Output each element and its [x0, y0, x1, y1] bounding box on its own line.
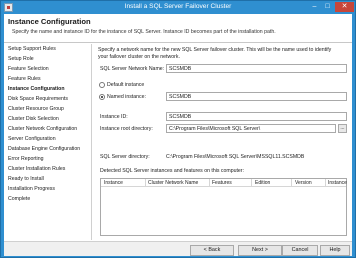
detected-instances-grid[interactable]: Instance Cluster Network Name Features E… [100, 178, 347, 236]
grid-column-cluster-network-name[interactable]: Cluster Network Name [148, 180, 198, 186]
instance-root-input[interactable] [166, 124, 336, 133]
sidebar-item-database-engine-configuration[interactable]: Database Engine Configuration [8, 146, 80, 152]
grid-header-row: Instance Cluster Network Name Features E… [101, 179, 347, 187]
sql-directory-label: SQL Server directory: [100, 154, 150, 160]
network-name-label: SQL Server Network Name: [100, 66, 165, 72]
browse-root-button[interactable]: ... [338, 124, 347, 133]
sidebar-item-installation-progress[interactable]: Installation Progress [8, 186, 55, 192]
main-content: Specify a network name for the new SQL S… [93, 44, 352, 240]
named-instance-radio[interactable] [99, 94, 105, 100]
network-name-input[interactable] [166, 64, 347, 73]
sidebar-item-ready-to-install[interactable]: Ready to Install [8, 176, 44, 182]
sidebar-item-complete[interactable]: Complete [8, 196, 30, 202]
grid-column-instance[interactable]: Instance [104, 180, 123, 186]
sidebar-item-feature-selection[interactable]: Feature Selection [8, 66, 49, 72]
sidebar-item-setup-support-rules[interactable]: Setup Support Rules [8, 46, 56, 52]
default-instance-label: Default instance [107, 82, 145, 88]
help-button[interactable]: Help [320, 245, 350, 256]
default-instance-radio[interactable] [99, 82, 105, 88]
sidebar-item-server-configuration[interactable]: Server Configuration [8, 136, 56, 142]
grid-column-divider [291, 179, 292, 187]
grid-column-edition[interactable]: Edition [255, 180, 270, 186]
grid-column-divider [325, 179, 326, 187]
sidebar-item-cluster-disk-selection[interactable]: Cluster Disk Selection [8, 116, 59, 122]
instance-id-input[interactable] [166, 112, 347, 121]
cancel-button[interactable]: Cancel [282, 245, 318, 256]
grid-column-divider [251, 179, 252, 187]
instance-id-label: Instance ID: [100, 114, 128, 120]
sidebar-item-cluster-resource-group[interactable]: Cluster Resource Group [8, 106, 64, 112]
page-description: Specify the name and instance ID for the… [12, 29, 276, 35]
detected-instances-label: Detected SQL Server instances and featur… [100, 168, 244, 174]
title-bar[interactable]: Install a SQL Server Failover Cluster – … [1, 1, 355, 14]
installer-window: Install a SQL Server Failover Cluster – … [0, 0, 356, 258]
wizard-button-bar: < Back Next > Cancel Help [4, 241, 352, 256]
grid-column-version[interactable]: Version [295, 180, 312, 186]
minimize-button[interactable]: – [308, 2, 321, 12]
sidebar-item-setup-role[interactable]: Setup Role [8, 56, 34, 62]
grid-column-divider [145, 179, 146, 187]
instance-root-label: Instance root directory: [100, 126, 153, 132]
back-button[interactable]: < Back [190, 245, 234, 256]
wizard-steps-sidebar: Setup Support Rules Setup Role Feature S… [4, 44, 92, 240]
dialog-client-area: Instance Configuration Specify the name … [4, 14, 352, 256]
grid-column-divider [209, 179, 210, 187]
next-button[interactable]: Next > [238, 245, 282, 256]
intro-text-line2: your failover cluster on the network. [98, 54, 180, 60]
page-title: Instance Configuration [8, 17, 91, 26]
intro-text-line1: Specify a network name for the new SQL S… [98, 47, 332, 53]
sql-directory-value: C:\Program Files\Microsoft SQL Server\MS… [166, 154, 305, 160]
close-button[interactable]: ✕ [335, 2, 354, 12]
grid-column-instance-id[interactable]: Instance [328, 180, 347, 186]
maximize-button[interactable]: □ [321, 2, 334, 12]
named-instance-label: Named instance: [107, 94, 146, 100]
sidebar-item-cluster-network-configuration[interactable]: Cluster Network Configuration [8, 126, 77, 132]
sidebar-item-error-reporting[interactable]: Error Reporting [8, 156, 43, 162]
named-instance-input[interactable] [166, 92, 347, 101]
sidebar-item-cluster-installation-rules[interactable]: Cluster Installation Rules [8, 166, 65, 172]
sidebar-item-instance-configuration[interactable]: Instance Configuration [8, 86, 65, 92]
sidebar-item-disk-space-requirements[interactable]: Disk Space Requirements [8, 96, 68, 102]
grid-column-features[interactable]: Features [212, 180, 232, 186]
page-header: Instance Configuration Specify the name … [4, 14, 352, 43]
sidebar-item-feature-rules[interactable]: Feature Rules [8, 76, 41, 82]
window-title: Install a SQL Server Failover Cluster [124, 3, 232, 10]
